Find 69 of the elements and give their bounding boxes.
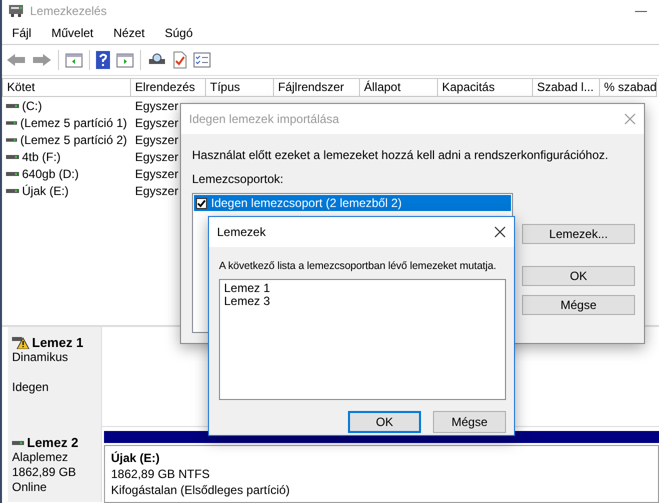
disk-type: Alaplemez <box>12 450 70 465</box>
disk-status: Online <box>12 480 48 495</box>
close-icon[interactable] <box>494 226 506 238</box>
column-header[interactable]: Kapacitás <box>438 78 533 97</box>
disk-name: Lemez 1 <box>32 335 84 350</box>
table-cell-text: (C:) <box>22 98 42 114</box>
list-item[interactable]: Lemez 1 <box>224 282 501 295</box>
drive-icon <box>6 170 19 178</box>
drive-icon <box>6 118 18 126</box>
column-header[interactable]: Fájlrendszer <box>274 78 360 97</box>
column-header[interactable]: Kötet <box>2 78 131 97</box>
menu-item[interactable]: Művelet <box>41 24 104 42</box>
dialog-button[interactable]: Mégse <box>433 411 506 433</box>
drive-warning-icon <box>12 336 30 348</box>
help-icon[interactable] <box>96 51 110 69</box>
checkbox[interactable] <box>196 198 207 208</box>
dialog-title: Idegen lemezek importálása <box>189 111 340 128</box>
disk-status: Idegen <box>12 380 50 395</box>
table-cell-text: Egyszer <box>134 182 180 200</box>
column-header[interactable]: Típus <box>206 78 274 97</box>
disk-type: Dinamikus <box>12 350 70 365</box>
dialog-title: Lemezek <box>217 224 266 241</box>
panel-view-icon[interactable] <box>116 52 134 68</box>
dialog-button[interactable]: Mégse <box>522 295 635 315</box>
partition-size: 1862,89 GB NTFS <box>111 466 211 482</box>
dialog-button[interactable]: OK <box>522 266 635 286</box>
dialog-button[interactable]: Lemezek... <box>522 224 635 244</box>
search-drive-icon[interactable] <box>147 53 167 67</box>
table-cell-text: 4tb (F:) <box>22 148 61 166</box>
checklist-icon[interactable] <box>173 51 187 69</box>
partition-name: Újak (E:) <box>111 450 161 466</box>
table-cell-text: 640gb (D:) <box>22 166 79 182</box>
drive-icon <box>12 438 25 447</box>
table-cell-text: (Lemez 5 partíció 2) <box>20 132 127 148</box>
table-cell-text: Egyszer <box>134 132 180 148</box>
drive-icon <box>6 102 19 110</box>
list-label: Lemezcsoportok: <box>192 171 284 188</box>
properties-icon[interactable] <box>193 52 211 68</box>
column-header[interactable]: Állapot <box>360 78 438 97</box>
back-arrow-icon[interactable] <box>6 52 26 68</box>
column-header[interactable]: Elrendezés <box>131 78 206 97</box>
menu-item[interactable]: Nézet <box>103 24 155 42</box>
dialog-button[interactable]: OK <box>348 411 421 433</box>
table-cell-text: Egyszer <box>134 114 180 132</box>
drive-icon <box>6 152 19 160</box>
table-cell-text: (Lemez 5 partíció 1) <box>20 114 127 132</box>
table-cell-text: Egyszer <box>134 98 180 114</box>
disk-name: Lemez 2 <box>27 435 78 450</box>
table-cell-text: Egyszer <box>134 166 180 182</box>
forward-arrow-icon[interactable] <box>32 52 52 68</box>
column-header[interactable]: Szabad l... <box>533 78 600 97</box>
partition-status: Kifogástalan (Elsődleges partíció) <box>111 482 291 498</box>
menu-item[interactable]: Súgó <box>154 24 203 42</box>
minimize-button[interactable] <box>635 10 647 12</box>
list-item[interactable]: Idegen lemezcsoport (2 lemezből 2) <box>194 195 511 211</box>
dialog-message: A következő lista a lemezcsoportban lévő lemezeket mutatja. <box>219 259 498 273</box>
list-item[interactable]: Lemez 3 <box>224 295 501 308</box>
window-title: Lemezkezelés <box>30 3 107 20</box>
drive-icon <box>6 186 19 194</box>
table-cell-text: Újak (E:) <box>22 182 69 200</box>
table-cell-text: Egyszer <box>134 148 180 166</box>
disk-manager-icon <box>8 4 24 18</box>
drive-icon <box>6 136 18 144</box>
dialog-message: Használat előtt ezeket a lemezeket hozzá kell adni a rendszerkonfigurációhoz. <box>192 147 610 164</box>
disk-size: 1862,89 GB <box>12 465 78 480</box>
list-item-label: Idegen lemezcsoport (2 lemezből 2) <box>211 195 402 212</box>
panel-view-icon[interactable] <box>65 52 83 68</box>
column-header[interactable]: % szabad <box>600 78 657 97</box>
menu-item[interactable]: Fájl <box>2 24 42 42</box>
